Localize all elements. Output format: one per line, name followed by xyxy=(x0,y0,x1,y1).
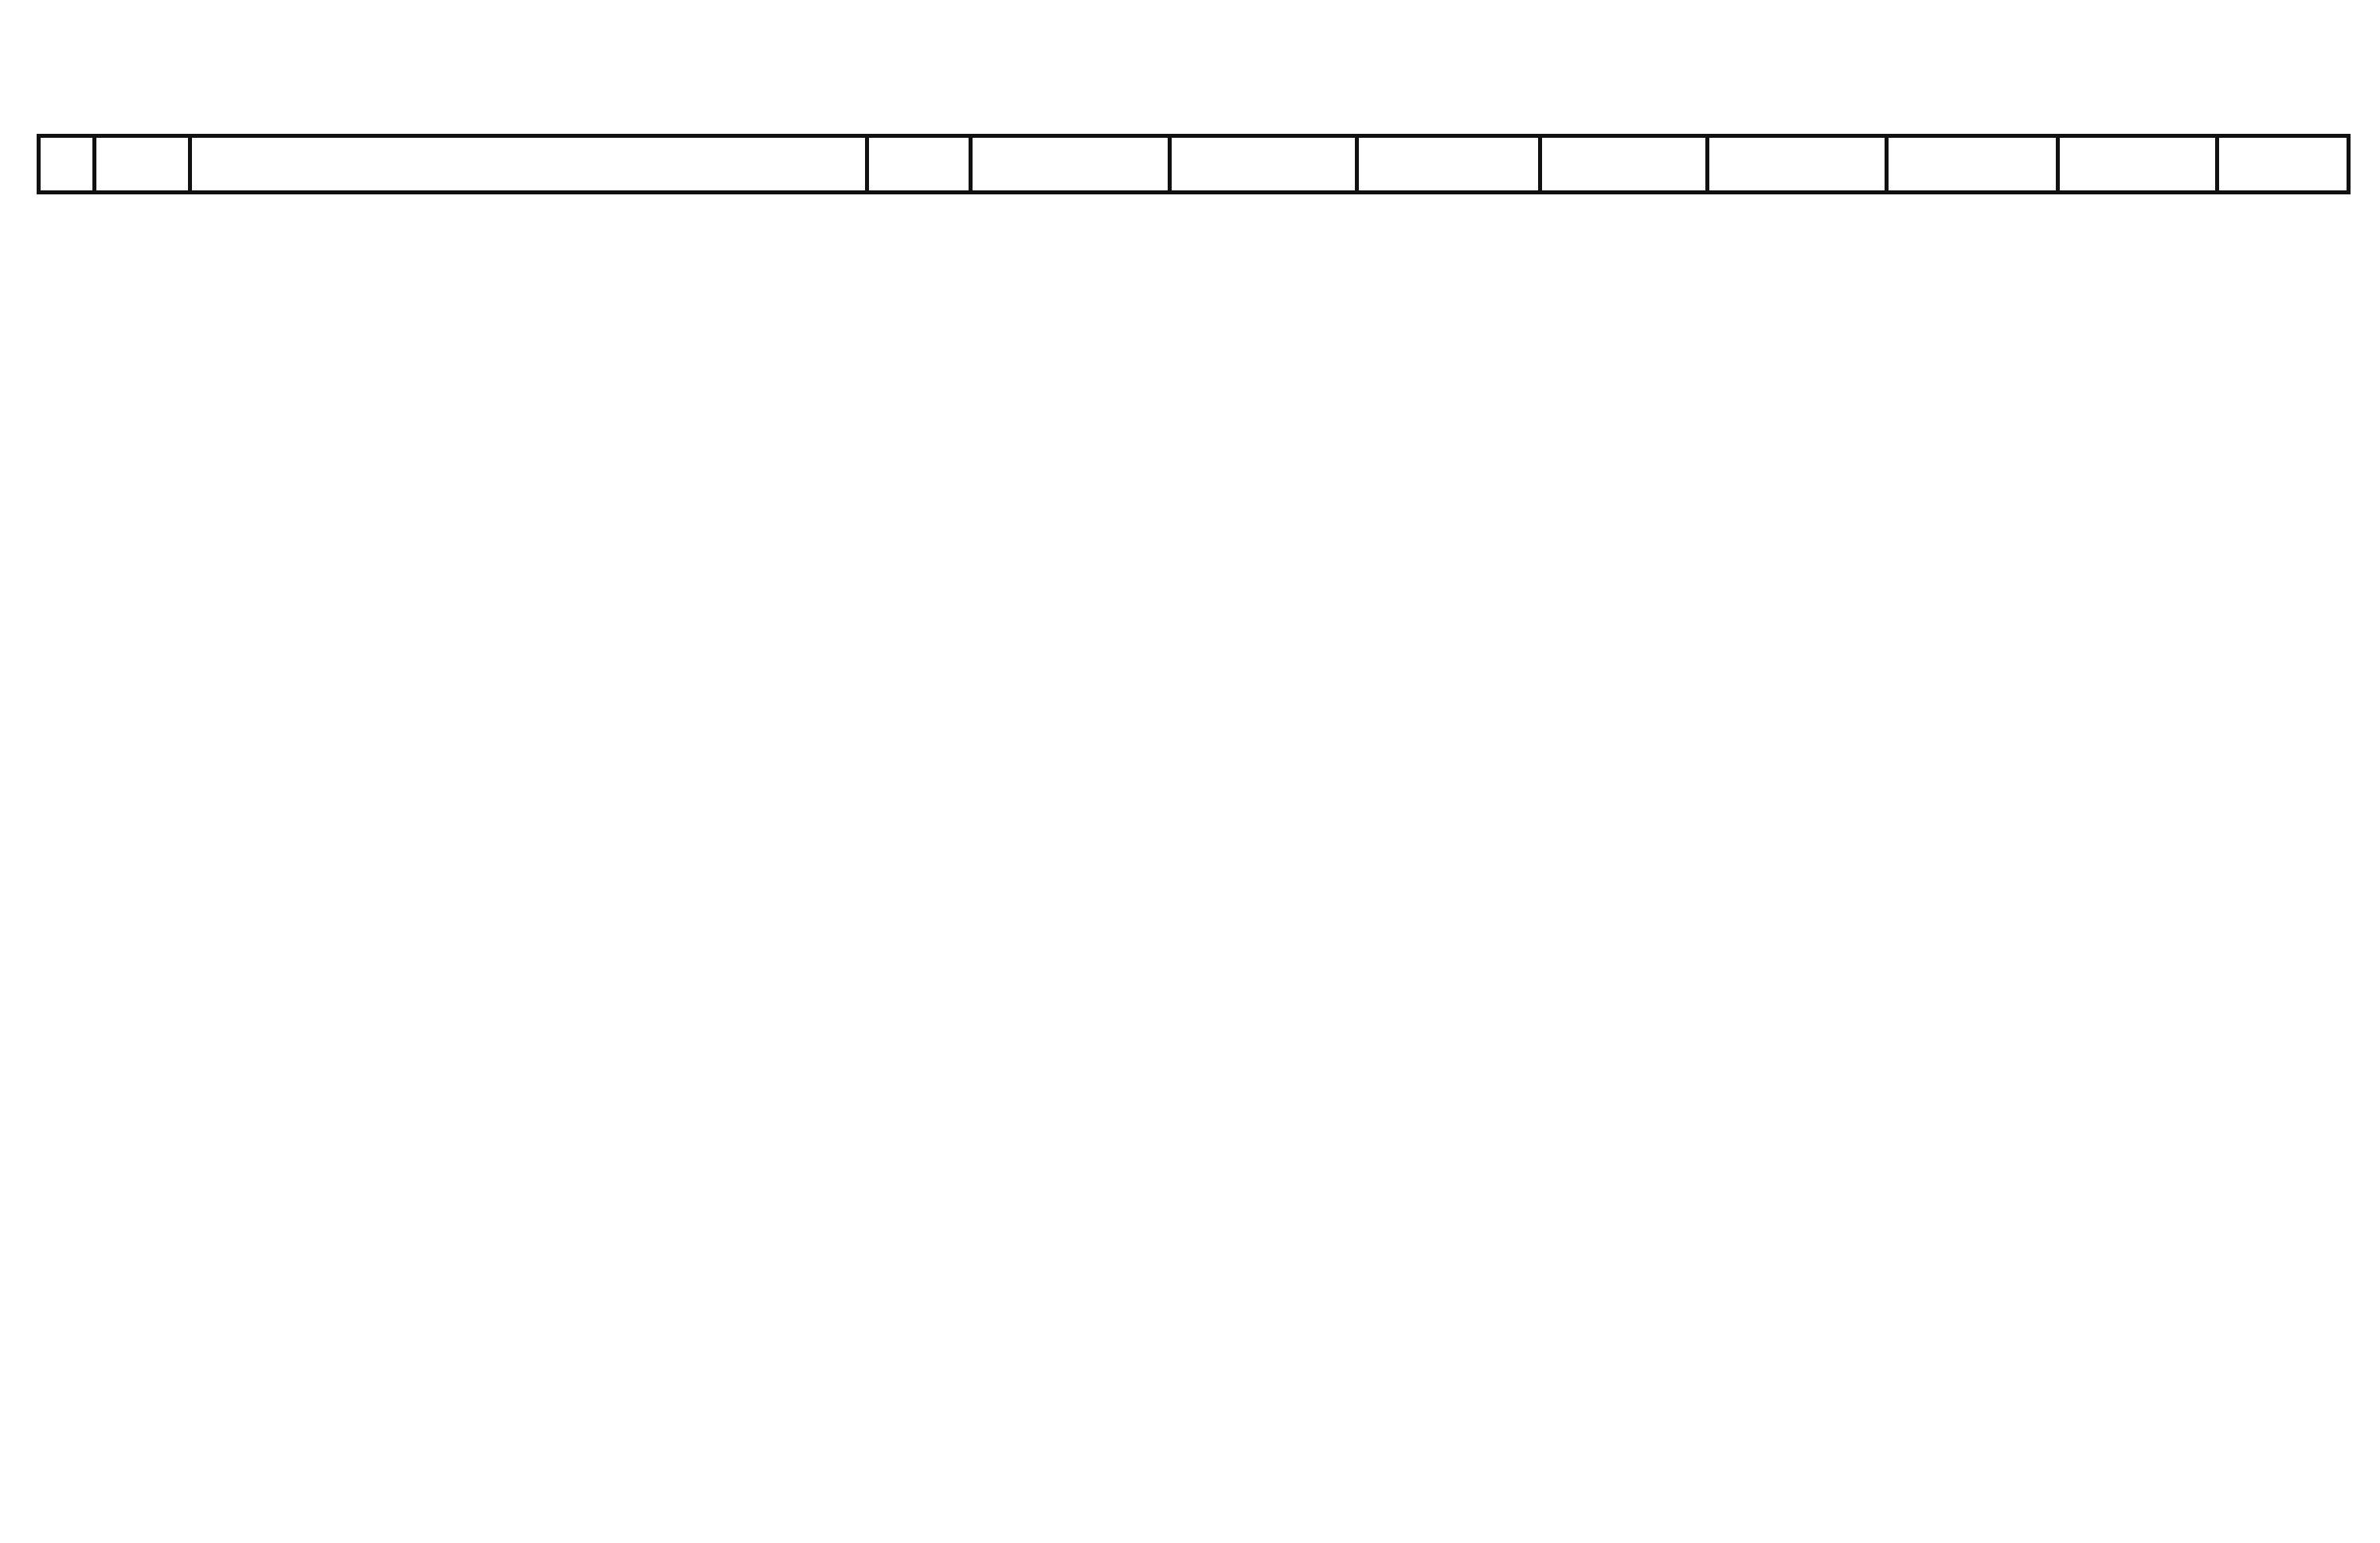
col-header-12 xyxy=(2215,134,2351,194)
table-header-row xyxy=(37,134,2351,194)
col-header-7 xyxy=(1355,134,1542,194)
table-body xyxy=(37,194,2347,1517)
col-header-1 xyxy=(37,134,96,194)
col-header-8 xyxy=(1538,134,1709,194)
col-header-2 xyxy=(92,134,192,194)
col-header-5 xyxy=(969,134,1172,194)
col-header-10 xyxy=(1885,134,2060,194)
col-header-3 xyxy=(188,134,869,194)
specification-table xyxy=(37,134,2351,1517)
document-header xyxy=(0,43,2380,99)
col-header-9 xyxy=(1705,134,1889,194)
col-header-11 xyxy=(2056,134,2219,194)
col-header-4 xyxy=(865,134,973,194)
col-header-6 xyxy=(1168,134,1359,194)
column-number-header xyxy=(37,134,2351,194)
